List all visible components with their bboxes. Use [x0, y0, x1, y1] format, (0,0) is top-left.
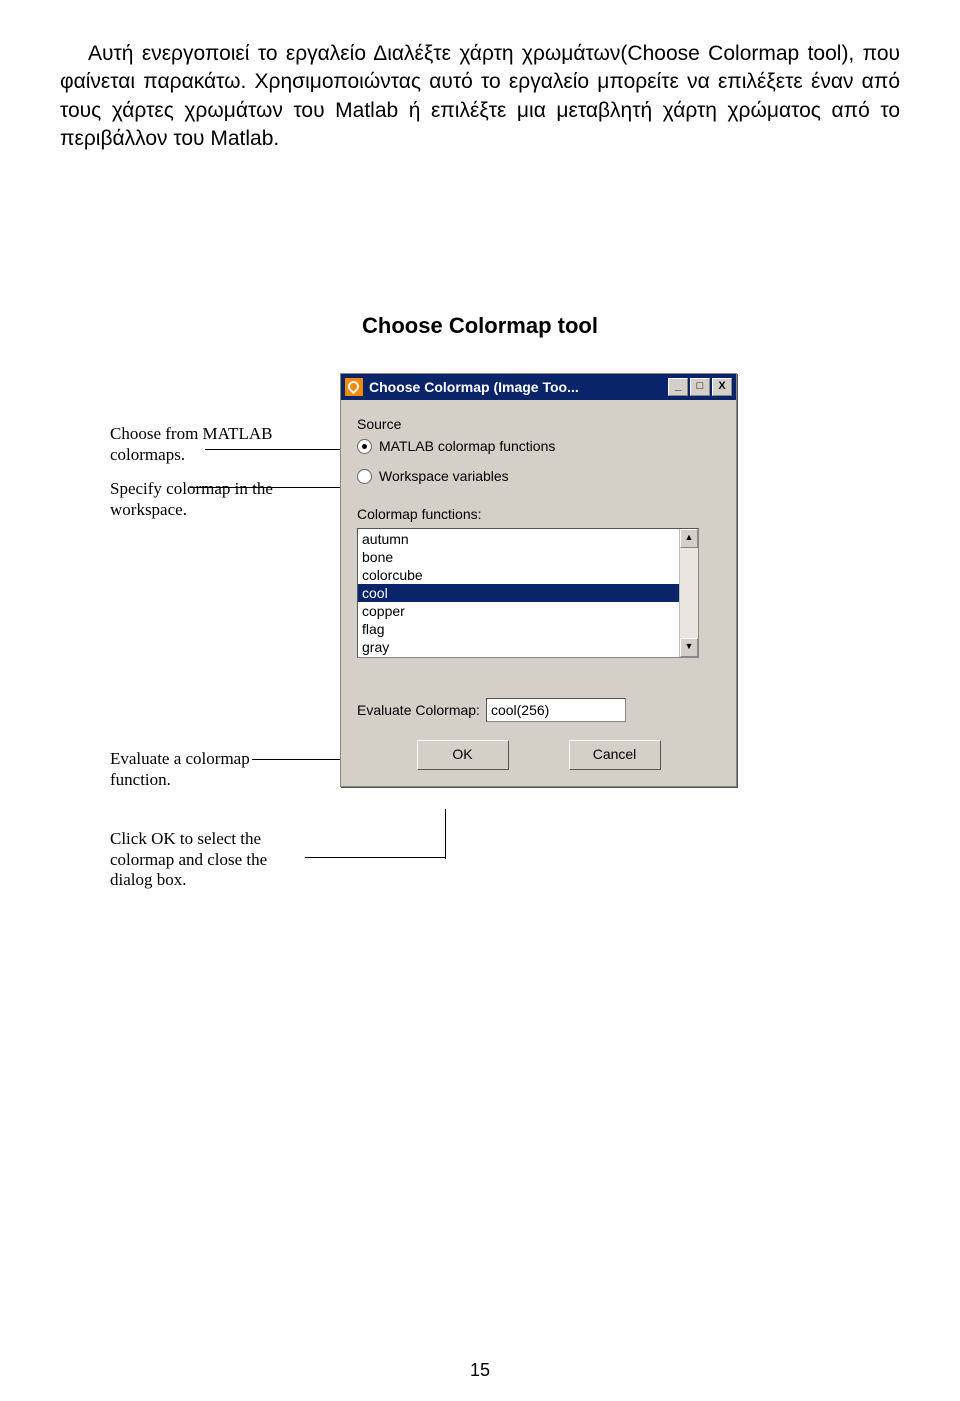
source-label: Source [357, 416, 720, 432]
dialog-titlebar[interactable]: Choose Colormap (Image Too... _ □ X [341, 374, 736, 400]
choose-colormap-dialog: Choose Colormap (Image Too... _ □ X Sour… [340, 373, 737, 787]
window-maximize-button[interactable]: □ [690, 378, 710, 396]
list-item[interactable]: flag [358, 620, 698, 638]
list-item[interactable]: autumn [358, 530, 698, 548]
list-item[interactable]: colorcube [358, 566, 698, 584]
annotation-line [190, 487, 365, 488]
colormap-functions-label: Colormap functions: [357, 506, 720, 522]
paragraph-text: Αυτή ενεργοποιεί το εργαλείο Διαλέξτε χά… [60, 42, 900, 150]
list-item-selected[interactable]: cool [358, 584, 698, 602]
annotation-choose-matlab: Choose from MATLAB colormaps. [110, 424, 290, 465]
scroll-down-icon[interactable]: ▼ [680, 638, 698, 657]
colormap-listbox[interactable]: autumn bone colorcube cool copper flag g… [357, 528, 699, 658]
radio-label: Workspace variables [379, 468, 509, 484]
annotation-specify-workspace: Specify colormap in the workspace. [110, 479, 290, 520]
window-close-button[interactable]: X [712, 378, 732, 396]
matlab-logo-icon [345, 378, 363, 396]
list-item[interactable]: gray [358, 638, 698, 656]
radio-matlab-functions[interactable]: MATLAB colormap functions [357, 438, 720, 454]
annotation-evaluate: Evaluate a colormap function. [110, 749, 290, 790]
annotation-line [305, 857, 445, 858]
evaluate-label: Evaluate Colormap: [357, 702, 480, 718]
window-minimize-button[interactable]: _ [668, 378, 688, 396]
radio-label: MATLAB colormap functions [379, 438, 555, 454]
evaluate-input[interactable] [486, 698, 626, 722]
scrollbar[interactable]: ▲ ▼ [679, 529, 698, 657]
radio-dot-icon [357, 439, 372, 454]
figure: Choose from MATLAB colormaps. Specify co… [110, 379, 850, 979]
annotation-click-ok: Click OK to select the colormap and clos… [110, 829, 305, 890]
dialog-title: Choose Colormap (Image Too... [369, 379, 579, 395]
annotation-line [445, 809, 446, 859]
section-title: Choose Colormap tool [60, 313, 900, 339]
radio-workspace-variables[interactable]: Workspace variables [357, 468, 720, 484]
list-item[interactable]: bone [358, 548, 698, 566]
list-item[interactable]: copper [358, 602, 698, 620]
page-number: 15 [0, 1360, 960, 1381]
paragraph: Αυτή ενεργοποιεί το εργαλείο Διαλέξτε χά… [60, 40, 900, 153]
ok-button[interactable]: OK [417, 740, 509, 770]
radio-empty-icon [357, 469, 372, 484]
cancel-button[interactable]: Cancel [569, 740, 661, 770]
scroll-up-icon[interactable]: ▲ [680, 529, 698, 548]
